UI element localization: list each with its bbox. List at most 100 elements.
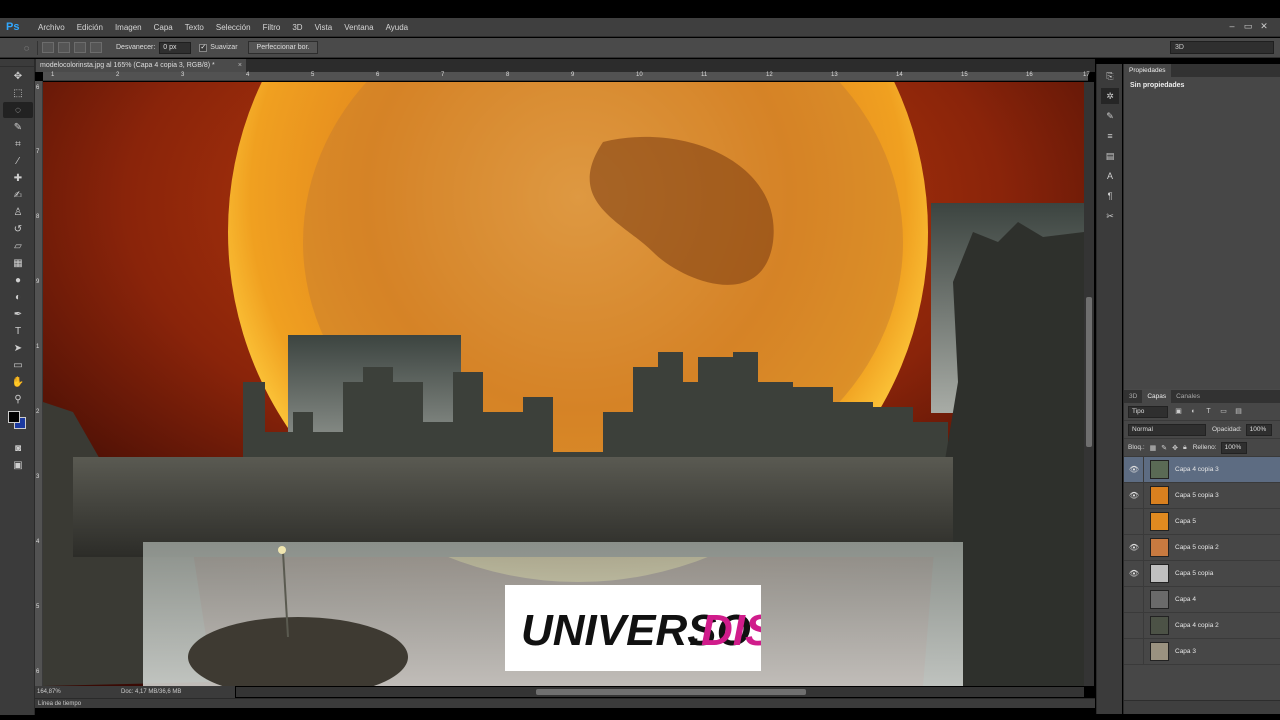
layer-row[interactable]: 👁︎ Capa 5 copia 3 <box>1124 482 1280 509</box>
intersect-selection-button[interactable] <box>90 42 102 53</box>
filter-adjustment-icon[interactable]: ◐ <box>1189 407 1198 416</box>
history-brush-tool-icon[interactable]: ↺ <box>3 221 33 237</box>
toolbox-grip[interactable] <box>0 59 34 67</box>
tab-layers[interactable]: Capas <box>1142 390 1172 403</box>
tab-close-icon[interactable]: × <box>238 59 242 72</box>
layer-row[interactable]: 👁︎ Capa 4 copia 3 <box>1124 456 1280 483</box>
quick-mask-icon[interactable]: ◙ <box>3 440 33 456</box>
filter-pixel-icon[interactable]: ▣ <box>1174 407 1183 416</box>
hand-tool-icon[interactable]: ✋ <box>3 374 33 390</box>
path-selection-tool-icon[interactable]: ➤ <box>3 340 33 356</box>
layer-thumbnail[interactable] <box>1150 616 1169 635</box>
layer-name[interactable]: Capa 4 copia 2 <box>1175 622 1219 629</box>
layer-name[interactable]: Capa 5 copia <box>1175 570 1213 577</box>
tab-properties[interactable]: Propiedades <box>1124 64 1171 77</box>
adjustments-panel-icon[interactable]: ≡ <box>1101 128 1119 144</box>
eyedropper-tool-icon[interactable]: ⁄ <box>3 153 33 169</box>
filter-smart-icon[interactable]: ▤ <box>1234 407 1243 416</box>
layer-thumbnail[interactable] <box>1150 512 1169 531</box>
horizontal-scroll-thumb[interactable] <box>536 689 806 695</box>
paragraph-panel-icon[interactable]: ¶ <box>1101 188 1119 204</box>
menu-seleccion[interactable]: Selección <box>210 18 257 37</box>
layer-row[interactable]: Capa 5 <box>1124 508 1280 535</box>
blur-tool-icon[interactable]: ● <box>3 272 33 288</box>
styles-panel-icon[interactable]: ▤ <box>1101 148 1119 164</box>
layer-name[interactable]: Capa 5 <box>1175 518 1196 525</box>
lock-pixels-icon[interactable]: ✎ <box>1161 444 1167 452</box>
filter-type-icon[interactable]: T <box>1204 407 1213 416</box>
dodge-tool-icon[interactable]: ◐ <box>3 289 33 305</box>
opacity-input[interactable]: 100% <box>1245 423 1272 436</box>
crop-tool-icon[interactable]: ⌗ <box>3 136 33 152</box>
type-tool-icon[interactable]: T <box>3 323 33 339</box>
layer-thumbnail[interactable] <box>1150 486 1169 505</box>
screen-mode-icon[interactable]: ▣ <box>3 457 33 473</box>
feather-input[interactable]: 0 px <box>159 41 192 54</box>
tab-channels[interactable]: Canales <box>1171 390 1205 403</box>
layer-row[interactable]: 👁︎ Capa 5 copia <box>1124 560 1280 587</box>
layer-name[interactable]: Capa 4 copia 3 <box>1175 466 1219 473</box>
filter-shape-icon[interactable]: ▭ <box>1219 407 1228 416</box>
history-panel-icon[interactable]: ⎘ <box>1101 68 1119 84</box>
menu-ayuda[interactable]: Ayuda <box>380 18 415 37</box>
lasso-preset-icon[interactable]: ◌ <box>16 40 38 55</box>
fill-input[interactable]: 100% <box>1220 441 1247 454</box>
layer-thumbnail[interactable] <box>1150 642 1169 661</box>
visibility-eye-icon[interactable]: 👁︎ <box>1128 569 1140 578</box>
tab-3d[interactable]: 3D <box>1124 390 1142 403</box>
layer-row[interactable]: Capa 4 <box>1124 586 1280 613</box>
layer-row[interactable]: Capa 4 copia 2 <box>1124 612 1280 639</box>
brush-tool-icon[interactable]: ✍ <box>3 187 33 203</box>
layer-name[interactable]: Capa 5 copia 2 <box>1175 544 1219 551</box>
add-selection-button[interactable] <box>58 42 70 53</box>
move-tool-icon[interactable]: ✥ <box>3 68 33 84</box>
antialias-checkbox[interactable]: ✓ <box>199 43 208 52</box>
pen-tool-icon[interactable]: ✒ <box>3 306 33 322</box>
brush-panel-icon[interactable]: ✎ <box>1101 108 1119 124</box>
subtract-selection-button[interactable] <box>74 42 86 53</box>
layer-name[interactable]: Capa 3 <box>1175 648 1196 655</box>
horizontal-scrollbar[interactable] <box>236 687 1084 697</box>
layer-thumbnail[interactable] <box>1150 590 1169 609</box>
foreground-color[interactable] <box>8 411 20 423</box>
layer-filter-select[interactable]: Tipo <box>1128 405 1168 418</box>
refine-edge-button[interactable]: Perfeccionar bor. <box>247 41 319 54</box>
zoom-level[interactable]: 164,87% <box>37 686 61 698</box>
rectangle-tool-icon[interactable]: ▭ <box>3 357 33 373</box>
zoom-tool-icon[interactable]: ⚲ <box>3 391 33 407</box>
layer-row[interactable]: 👁︎ Capa 5 copia 2 <box>1124 534 1280 561</box>
eraser-tool-icon[interactable]: ▱ <box>3 238 33 254</box>
close-icon[interactable]: ✕ <box>1258 20 1270 32</box>
layer-thumbnail[interactable] <box>1150 460 1169 479</box>
document-tab[interactable]: modelocolorinsta.jpg al 165% (Capa 4 cop… <box>36 59 246 72</box>
menu-edicion[interactable]: Edición <box>71 18 109 37</box>
layer-name[interactable]: Capa 4 <box>1175 596 1196 603</box>
vertical-scroll-thumb[interactable] <box>1086 297 1092 447</box>
menu-texto[interactable]: Texto <box>179 18 210 37</box>
tools-presets-icon[interactable]: ✂ <box>1101 208 1119 224</box>
menu-vista[interactable]: Vista <box>309 18 339 37</box>
visibility-eye-icon[interactable]: 👁︎ <box>1128 543 1140 552</box>
document-canvas[interactable]: UNIVERSO . DIS <box>43 82 1084 686</box>
restore-icon[interactable]: ▭ <box>1242 20 1254 32</box>
lasso-tool-icon[interactable]: ◌ <box>3 102 33 118</box>
layer-name[interactable]: Capa 5 copia 3 <box>1175 492 1219 499</box>
blend-mode-select[interactable]: Normal <box>1128 423 1206 436</box>
menu-capa[interactable]: Capa <box>148 18 179 37</box>
healing-brush-tool-icon[interactable]: ✚ <box>3 170 33 186</box>
new-selection-button[interactable] <box>42 42 54 53</box>
marquee-tool-icon[interactable]: ⬚ <box>3 85 33 101</box>
lock-position-icon[interactable]: ✥ <box>1172 444 1178 452</box>
layer-thumbnail[interactable] <box>1150 538 1169 557</box>
properties-panel-icon[interactable]: ✲ <box>1101 88 1119 104</box>
workspace-select[interactable]: 3D <box>1170 41 1274 54</box>
clone-stamp-tool-icon[interactable]: ♙ <box>3 204 33 220</box>
quick-selection-tool-icon[interactable]: ✎ <box>3 119 33 135</box>
timeline-panel[interactable]: Línea de tiempo <box>35 698 1095 708</box>
gradient-tool-icon[interactable]: ▦ <box>3 255 33 271</box>
minimize-icon[interactable]: – <box>1226 20 1238 32</box>
menu-filtro[interactable]: Filtro <box>257 18 287 37</box>
menu-ventana[interactable]: Ventana <box>338 18 379 37</box>
character-panel-icon[interactable]: A <box>1101 168 1119 184</box>
menu-archivo[interactable]: Archivo <box>32 18 71 37</box>
